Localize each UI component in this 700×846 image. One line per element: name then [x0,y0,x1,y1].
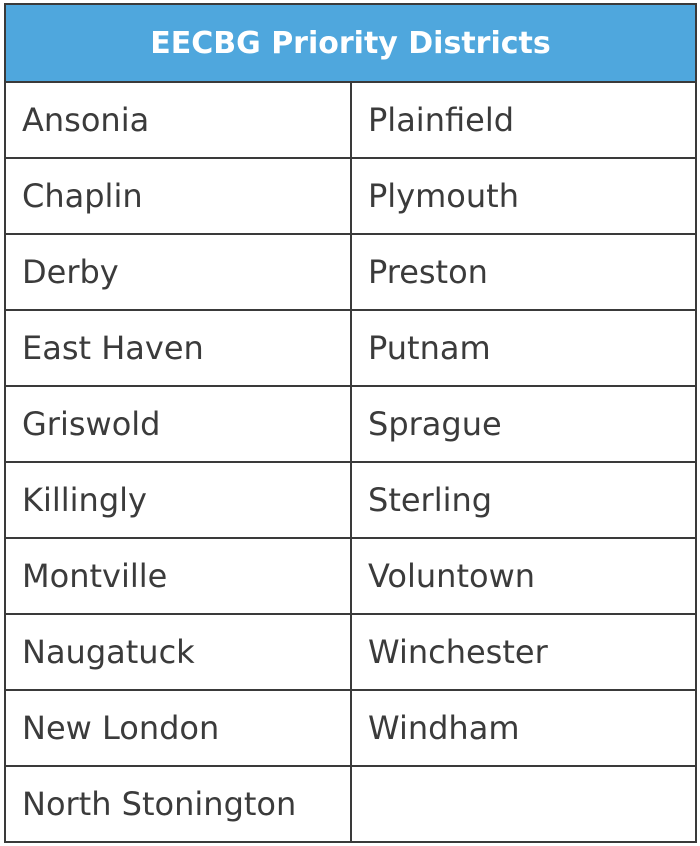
district-cell: Plainfield [350,81,697,159]
district-cell: East Haven [4,309,352,387]
district-cell: North Stonington [4,765,352,843]
district-cell: Sterling [350,461,697,539]
district-cell: Voluntown [350,537,697,615]
table-row: Killingly Sterling [4,461,697,539]
table-title: EECBG Priority Districts [4,3,697,83]
district-cell: Chaplin [4,157,352,235]
district-cell: New London [4,689,352,767]
district-cell: Plymouth [350,157,697,235]
table-row: East Haven Putnam [4,309,697,387]
table-row: Naugatuck Winchester [4,613,697,691]
district-cell: Montville [4,537,352,615]
table-row: New London Windham [4,689,697,767]
table-row: Montville Voluntown [4,537,697,615]
district-cell: Putnam [350,309,697,387]
district-cell: Winchester [350,613,697,691]
district-cell [350,765,697,843]
district-cell: Preston [350,233,697,311]
district-cell: Ansonia [4,81,352,159]
district-cell: Naugatuck [4,613,352,691]
district-cell: Derby [4,233,352,311]
table-row: Griswold Sprague [4,385,697,463]
table-row: Chaplin Plymouth [4,157,697,235]
table-row: Derby Preston [4,233,697,311]
district-cell: Windham [350,689,697,767]
table-row: North Stonington [4,765,697,843]
district-cell: Sprague [350,385,697,463]
district-cell: Killingly [4,461,352,539]
district-cell: Griswold [4,385,352,463]
table-row: Ansonia Plainfield [4,81,697,159]
header-row: EECBG Priority Districts [4,3,697,83]
priority-districts-table: EECBG Priority Districts Ansonia Plainfie… [4,3,697,843]
